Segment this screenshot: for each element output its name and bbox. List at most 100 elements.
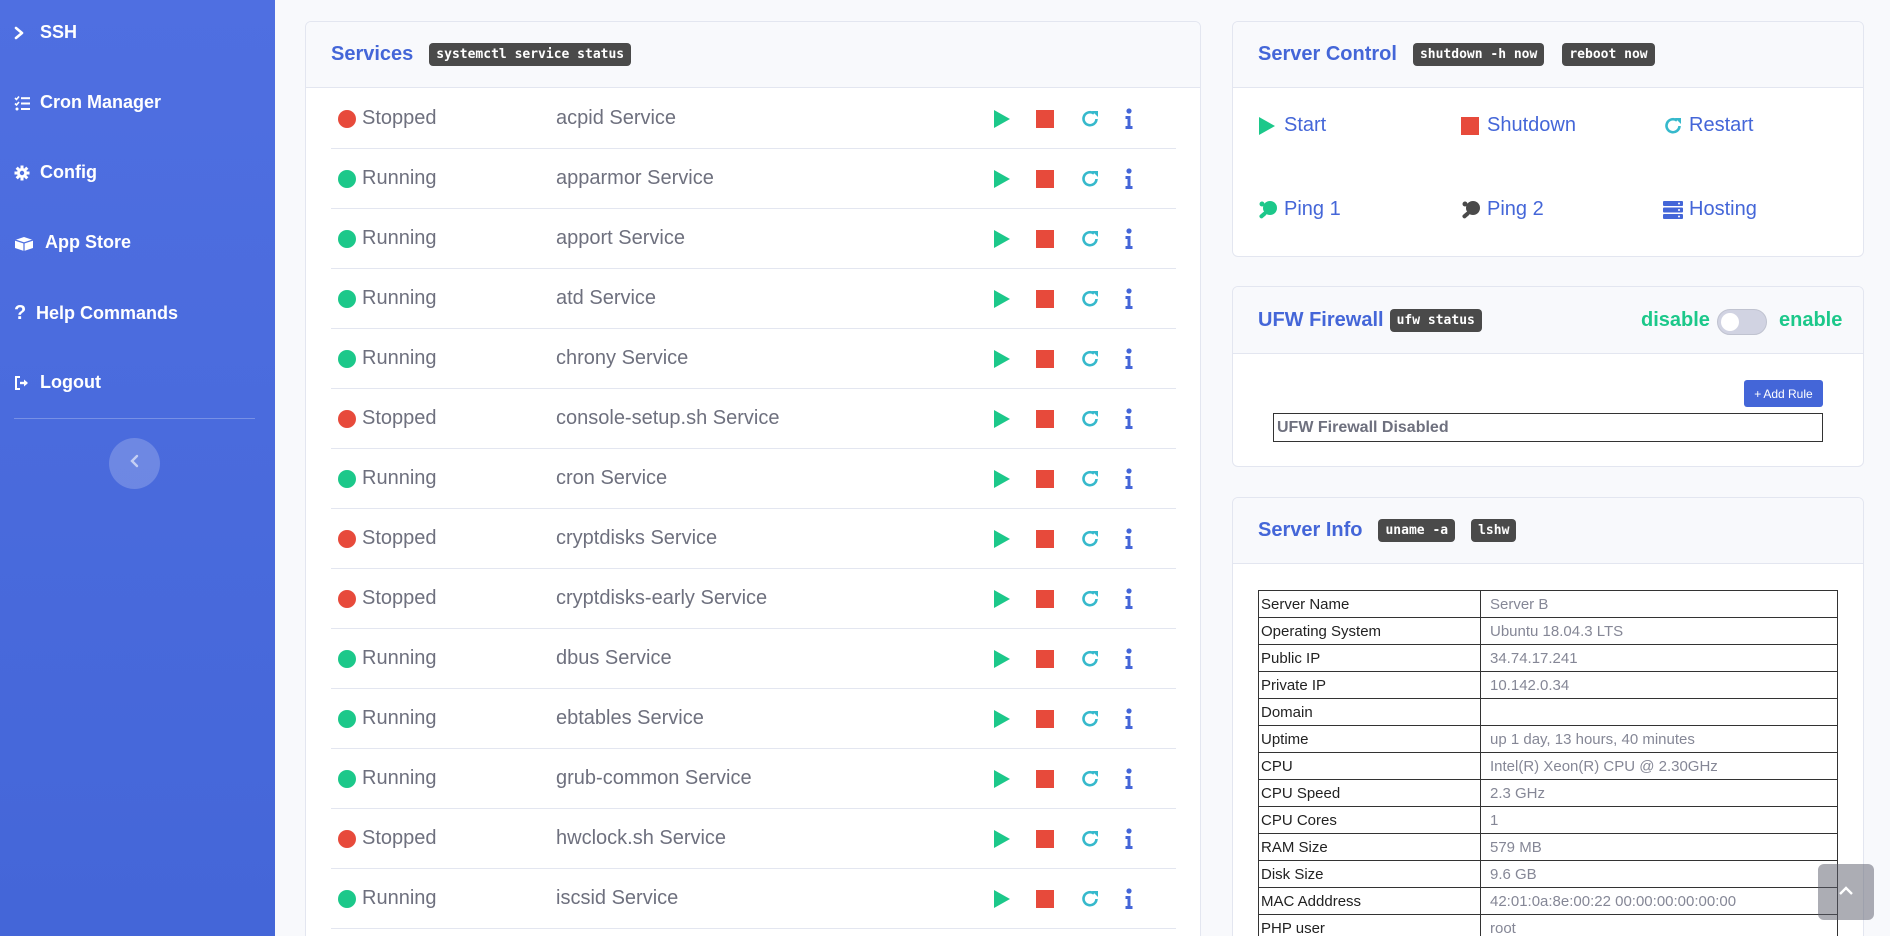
play-icon — [994, 889, 1010, 908]
start-service-button[interactable] — [990, 887, 1014, 911]
stop-service-button[interactable] — [1033, 467, 1057, 491]
start-service-button[interactable] — [990, 587, 1014, 611]
stop-service-button[interactable] — [1033, 527, 1057, 551]
start-service-button[interactable] — [990, 407, 1014, 431]
stop-service-button[interactable] — [1033, 827, 1057, 851]
restart-service-button[interactable] — [1078, 887, 1102, 911]
stop-service-button[interactable] — [1033, 767, 1057, 791]
start-server-button[interactable]: Start — [1258, 114, 1326, 137]
restart-service-button[interactable] — [1078, 467, 1102, 491]
info-value: Ubuntu 18.04.3 LTS — [1480, 617, 1838, 645]
restart-icon — [1663, 116, 1689, 136]
terminal-icon — [14, 25, 40, 41]
stop-service-button[interactable] — [1033, 107, 1057, 131]
status-dot — [338, 889, 356, 908]
sidebar-toggle-button[interactable] — [109, 438, 160, 489]
restart-service-button[interactable] — [1078, 827, 1102, 851]
stop-icon — [1036, 769, 1054, 788]
stop-service-button[interactable] — [1033, 587, 1057, 611]
table-row: Running grub-common Service — [331, 749, 1176, 809]
start-service-button[interactable] — [990, 707, 1014, 731]
stop-service-button[interactable] — [1033, 347, 1057, 371]
start-service-button[interactable] — [990, 347, 1014, 371]
service-info-button[interactable] — [1117, 167, 1141, 191]
hosting-button[interactable]: Hosting — [1663, 198, 1757, 221]
sidebar-item-cron-manager[interactable]: Cron Manager — [14, 92, 161, 113]
service-info-button[interactable] — [1117, 647, 1141, 671]
start-service-button[interactable] — [990, 527, 1014, 551]
add-rule-button[interactable]: + Add Rule — [1744, 380, 1823, 407]
table-row: Running apparmor Service — [331, 149, 1176, 209]
service-info-button[interactable] — [1117, 587, 1141, 611]
restart-service-button[interactable] — [1078, 527, 1102, 551]
service-info-button[interactable] — [1117, 407, 1141, 431]
service-info-button[interactable] — [1117, 107, 1141, 131]
restart-service-button[interactable] — [1078, 407, 1102, 431]
sidebar-item-app-store[interactable]: App Store — [14, 232, 131, 253]
status-dot — [338, 769, 356, 788]
server-icon — [1663, 200, 1689, 219]
list-check-icon — [14, 95, 40, 111]
restart-service-button[interactable] — [1078, 107, 1102, 131]
service-info-button[interactable] — [1117, 767, 1141, 791]
ufw-toggle-switch[interactable] — [1717, 309, 1767, 335]
service-info-button[interactable] — [1117, 347, 1141, 371]
service-info-button[interactable] — [1117, 827, 1141, 851]
start-service-button[interactable] — [990, 467, 1014, 491]
restart-service-button[interactable] — [1078, 167, 1102, 191]
restart-service-button[interactable] — [1078, 767, 1102, 791]
status-dot — [338, 469, 356, 488]
restart-service-button[interactable] — [1078, 647, 1102, 671]
shutdown-server-button[interactable]: Shutdown — [1461, 114, 1576, 137]
service-status: Running — [362, 647, 437, 669]
scroll-to-top-button[interactable] — [1818, 864, 1874, 920]
server-info-card: Server Info uname -a lshw Server Name Ser… — [1232, 497, 1864, 936]
start-service-button[interactable] — [990, 227, 1014, 251]
service-status: Running — [362, 167, 437, 189]
restart-service-button[interactable] — [1078, 587, 1102, 611]
info-value: Intel(R) Xeon(R) CPU @ 2.30GHz — [1480, 752, 1838, 780]
ping-1-button[interactable]: Ping 1 — [1258, 198, 1341, 221]
restart-service-button[interactable] — [1078, 347, 1102, 371]
restart-service-button[interactable] — [1078, 227, 1102, 251]
lshw-command-badge: lshw — [1471, 519, 1517, 542]
stop-icon — [1036, 469, 1054, 488]
info-key: Operating System — [1258, 617, 1481, 645]
service-info-button[interactable] — [1117, 227, 1141, 251]
restart-icon — [1082, 710, 1098, 727]
start-service-button[interactable] — [990, 107, 1014, 131]
service-info-button[interactable] — [1117, 887, 1141, 911]
info-key: RAM Size — [1258, 833, 1481, 861]
stop-service-button[interactable] — [1033, 167, 1057, 191]
start-service-button[interactable] — [990, 767, 1014, 791]
start-service-button[interactable] — [990, 827, 1014, 851]
info-key: CPU Speed — [1258, 779, 1481, 807]
sidebar-item-ssh[interactable]: SSH — [14, 22, 77, 43]
restart-service-button[interactable] — [1078, 707, 1102, 731]
service-info-button[interactable] — [1117, 707, 1141, 731]
sidebar-item-logout[interactable]: Logout — [14, 372, 101, 393]
ping-2-button[interactable]: Ping 2 — [1461, 198, 1544, 221]
service-info-button[interactable] — [1117, 287, 1141, 311]
info-icon — [1125, 827, 1133, 849]
stop-service-button[interactable] — [1033, 407, 1057, 431]
stop-service-button[interactable] — [1033, 887, 1057, 911]
stop-service-button[interactable] — [1033, 227, 1057, 251]
start-service-button[interactable] — [990, 647, 1014, 671]
stop-service-button[interactable] — [1033, 287, 1057, 311]
service-name: hwclock.sh Service — [556, 827, 727, 849]
info-value: 34.74.17.241 — [1480, 644, 1838, 672]
restart-service-button[interactable] — [1078, 287, 1102, 311]
stop-service-button[interactable] — [1033, 707, 1057, 731]
start-service-button[interactable] — [990, 167, 1014, 191]
sidebar-item-config[interactable]: Config — [14, 162, 97, 183]
sidebar-item-help-commands[interactable]: ? Help Commands — [14, 302, 178, 325]
stop-service-button[interactable] — [1033, 647, 1057, 671]
service-info-button[interactable] — [1117, 467, 1141, 491]
start-service-button[interactable] — [990, 287, 1014, 311]
restart-server-button[interactable]: Restart — [1663, 114, 1753, 137]
service-info-button[interactable] — [1117, 527, 1141, 551]
play-icon — [994, 229, 1010, 248]
status-dot — [338, 529, 356, 548]
server-control-header: Server Control shutdown -h now reboot no… — [1233, 22, 1863, 88]
